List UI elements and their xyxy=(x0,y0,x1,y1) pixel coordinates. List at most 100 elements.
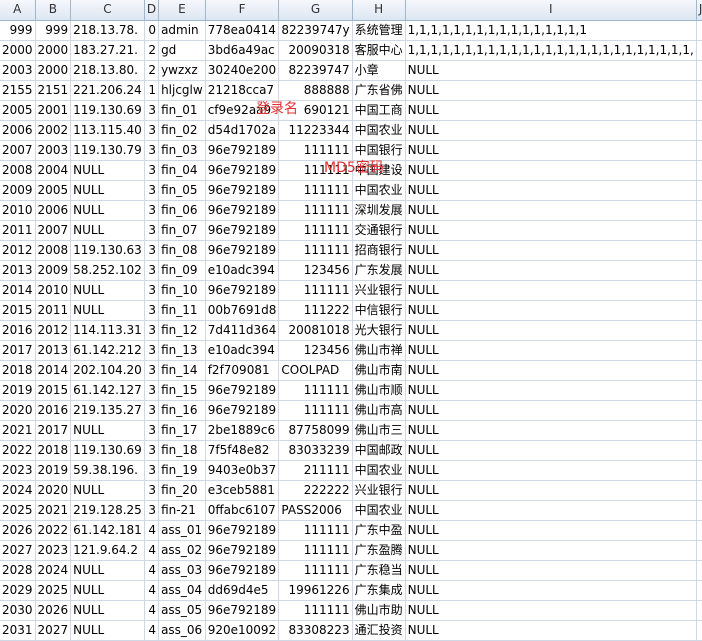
cell-d[interactable]: 4 xyxy=(144,600,160,621)
cell-j[interactable] xyxy=(696,620,702,641)
cell-b[interactable]: 2022 xyxy=(35,520,72,541)
cell-i[interactable]: NULL xyxy=(405,540,697,561)
cell-b[interactable]: 2009 xyxy=(35,260,72,281)
cell-h[interactable]: 广东稳当 xyxy=(352,560,406,581)
cell-g[interactable]: 111111 xyxy=(278,220,353,241)
cell-f[interactable]: 7f5f48e82 xyxy=(205,440,280,461)
cell-e[interactable]: fin_03 xyxy=(158,140,206,161)
cell-d[interactable]: 4 xyxy=(144,560,160,581)
cell-e[interactable]: admin xyxy=(158,20,206,41)
cell-g[interactable]: PASS2006 xyxy=(278,500,353,521)
cell-h[interactable]: 佛山市禅 xyxy=(352,340,406,361)
cell-c[interactable]: NULL xyxy=(70,280,145,301)
cell-f[interactable]: 9403e0b37 xyxy=(205,460,280,481)
cell-f[interactable]: f2f709081 xyxy=(205,360,280,381)
cell-d[interactable]: 2 xyxy=(144,40,160,61)
cell-c[interactable]: 61.142.181 xyxy=(70,520,145,541)
cell-a[interactable]: 2018 xyxy=(0,360,36,381)
cell-a[interactable]: 2029 xyxy=(0,580,36,601)
cell-e[interactable]: ywzxz xyxy=(158,60,206,81)
cell-c[interactable]: 61.142.212 xyxy=(70,340,145,361)
cell-c[interactable]: NULL xyxy=(70,300,145,321)
cell-d[interactable]: 3 xyxy=(144,100,160,121)
cell-h[interactable]: 通汇投资 xyxy=(352,620,406,641)
cell-i[interactable]: NULL xyxy=(405,60,697,81)
cell-j[interactable] xyxy=(696,500,702,521)
cell-b[interactable]: 2006 xyxy=(35,200,72,221)
cell-c[interactable]: NULL xyxy=(70,620,145,641)
cell-h[interactable]: 客服中心 xyxy=(352,40,406,61)
cell-c[interactable]: 119.130.69 xyxy=(70,100,145,121)
cell-e[interactable]: fin_19 xyxy=(158,460,206,481)
cell-d[interactable]: 3 xyxy=(144,240,160,261)
cell-a[interactable]: 2025 xyxy=(0,500,36,521)
cell-f[interactable]: 96e792189 xyxy=(205,400,280,421)
cell-h[interactable]: 广东盈腾 xyxy=(352,540,406,561)
cell-e[interactable]: fin_06 xyxy=(158,200,206,221)
cell-h[interactable]: 佛山市助 xyxy=(352,600,406,621)
cell-e[interactable]: fin_18 xyxy=(158,440,206,461)
column-header-b[interactable]: B xyxy=(35,0,72,21)
cell-j[interactable] xyxy=(696,520,702,541)
cell-d[interactable]: 3 xyxy=(144,300,160,321)
cell-b[interactable]: 2026 xyxy=(35,600,72,621)
cell-b[interactable]: 2014 xyxy=(35,360,72,381)
cell-j[interactable] xyxy=(696,580,702,601)
cell-g[interactable]: 82239747y xyxy=(278,20,353,41)
cell-g[interactable]: 19961226 xyxy=(278,580,353,601)
cell-h[interactable]: 中国邮政 xyxy=(352,440,406,461)
cell-e[interactable]: fin_14 xyxy=(158,360,206,381)
cell-c[interactable]: NULL xyxy=(70,420,145,441)
cell-i[interactable]: NULL xyxy=(405,260,697,281)
cell-c[interactable]: 218.13.78. xyxy=(70,20,145,41)
column-header-f[interactable]: F xyxy=(205,0,280,21)
cell-i[interactable]: NULL xyxy=(405,160,697,181)
cell-f[interactable]: 30240e200 xyxy=(205,60,280,81)
cell-j[interactable] xyxy=(696,380,702,401)
cell-e[interactable]: ass_06 xyxy=(158,620,206,641)
cell-a[interactable]: 2022 xyxy=(0,440,36,461)
cell-a[interactable]: 2155 xyxy=(0,80,36,101)
cell-j[interactable] xyxy=(696,220,702,241)
cell-e[interactable]: hljcglw xyxy=(158,80,206,101)
cell-d[interactable]: 3 xyxy=(144,260,160,281)
cell-d[interactable]: 3 xyxy=(144,140,160,161)
cell-i[interactable]: NULL xyxy=(405,120,697,141)
cell-e[interactable]: fin-21 xyxy=(158,500,206,521)
cell-j[interactable] xyxy=(696,340,702,361)
cell-g[interactable]: 111111 xyxy=(278,560,353,581)
cell-f[interactable]: 96e792189 xyxy=(205,220,280,241)
cell-g[interactable]: 211111 xyxy=(278,460,353,481)
cell-i[interactable]: 1,1,1,1,1,1,1,1,1,1,1,1,1,1,1,1,1,1,1,1,… xyxy=(405,40,697,61)
cell-c[interactable]: 219.128.25 xyxy=(70,500,145,521)
cell-h[interactable]: 广东发展 xyxy=(352,260,406,281)
cell-e[interactable]: fin_17 xyxy=(158,420,206,441)
cell-h[interactable]: 佛山市高 xyxy=(352,400,406,421)
cell-i[interactable]: NULL xyxy=(405,480,697,501)
cell-b[interactable]: 2010 xyxy=(35,280,72,301)
cell-j[interactable] xyxy=(696,360,702,381)
cell-h[interactable]: 广东集成 xyxy=(352,580,406,601)
cell-f[interactable]: 920e10092 xyxy=(205,620,280,641)
cell-b[interactable]: 2025 xyxy=(35,580,72,601)
cell-j[interactable] xyxy=(696,540,702,561)
cell-i[interactable]: NULL xyxy=(405,240,697,261)
cell-i[interactable]: NULL xyxy=(405,600,697,621)
cell-e[interactable]: fin_20 xyxy=(158,480,206,501)
cell-i[interactable]: NULL xyxy=(405,100,697,121)
cell-b[interactable]: 2020 xyxy=(35,480,72,501)
cell-g[interactable]: 111111 xyxy=(278,520,353,541)
cell-e[interactable]: fin_15 xyxy=(158,380,206,401)
cell-a[interactable]: 2020 xyxy=(0,400,36,421)
cell-e[interactable]: fin_11 xyxy=(158,300,206,321)
cell-i[interactable]: NULL xyxy=(405,400,697,421)
cell-i[interactable]: NULL xyxy=(405,620,697,641)
cell-i[interactable]: NULL xyxy=(405,220,697,241)
cell-b[interactable]: 2000 xyxy=(35,60,72,81)
cell-i[interactable]: NULL xyxy=(405,300,697,321)
cell-d[interactable]: 3 xyxy=(144,500,160,521)
cell-h[interactable]: 中国农业 xyxy=(352,500,406,521)
cell-j[interactable] xyxy=(696,600,702,621)
cell-f[interactable]: 3bd6a49ac xyxy=(205,40,280,61)
cell-b[interactable]: 999 xyxy=(35,20,72,41)
